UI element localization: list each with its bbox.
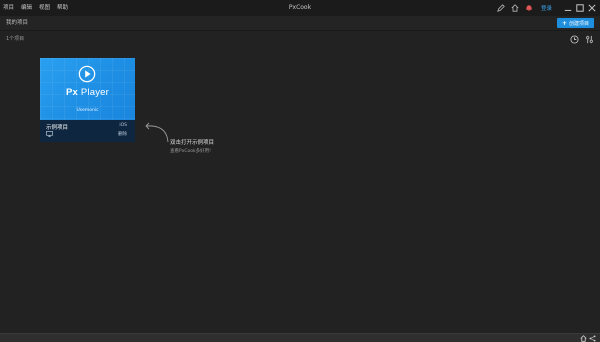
create-project-label: 创建项目 (569, 20, 590, 27)
maximize-icon[interactable] (575, 4, 584, 13)
hint-subtitle: 查看PxCook多好用! (170, 149, 211, 154)
home-outline-icon[interactable] (511, 4, 520, 13)
create-project-button[interactable]: + 创建项目 (557, 18, 594, 28)
close-icon[interactable] (587, 4, 596, 13)
thumbnail-subtitle: Usemonic (76, 108, 99, 113)
status-bar (0, 333, 600, 342)
share-icon[interactable] (589, 335, 596, 342)
project-filter-bar: 1个项目 (0, 32, 600, 46)
filter-icon[interactable] (584, 34, 594, 44)
delete-project-button[interactable]: 删除 (118, 131, 127, 137)
menu-item-view[interactable]: 视图 (39, 0, 50, 16)
menu-item-edit[interactable]: 编辑 (21, 0, 32, 16)
arrow-icon (145, 122, 169, 143)
project-count: 1个项目 (6, 36, 25, 42)
play-icon (78, 65, 96, 83)
bell-icon[interactable] (525, 4, 534, 13)
login-link[interactable]: 登录 (541, 4, 552, 12)
pen-icon[interactable] (497, 4, 506, 13)
project-thumbnail: Px Player Usemonic (40, 58, 135, 120)
section-title: 我的项目 (6, 20, 29, 26)
project-info: 示例项目 iOS 删除 (40, 120, 135, 142)
plus-icon: + (561, 19, 567, 27)
project-name: 示例项目 (46, 125, 69, 131)
project-platform: iOS (119, 123, 127, 128)
hint-title: 双击打开示例项目 (170, 140, 215, 146)
minimize-icon[interactable] (563, 4, 572, 13)
monitor-icon (46, 131, 53, 137)
menu-bar: 项目 编辑 视图 帮助 (0, 0, 75, 16)
project-card[interactable]: Px Player Usemonic 示例项目 iOS 删除 (40, 58, 135, 142)
menu-item-project[interactable]: 项目 (3, 0, 14, 16)
title-bar: 项目 编辑 视图 帮助 PxCook 登录 (0, 0, 600, 16)
thumbnail-brand: Px Player (40, 87, 135, 98)
clock-icon[interactable] (569, 34, 579, 44)
menu-item-help[interactable]: 帮助 (57, 0, 68, 16)
brand-name: Player (80, 87, 109, 98)
home-icon[interactable] (580, 335, 587, 342)
brand-prefix: Px (65, 87, 79, 98)
project-header-bar: 我的项目 + 创建项目 (0, 16, 600, 31)
